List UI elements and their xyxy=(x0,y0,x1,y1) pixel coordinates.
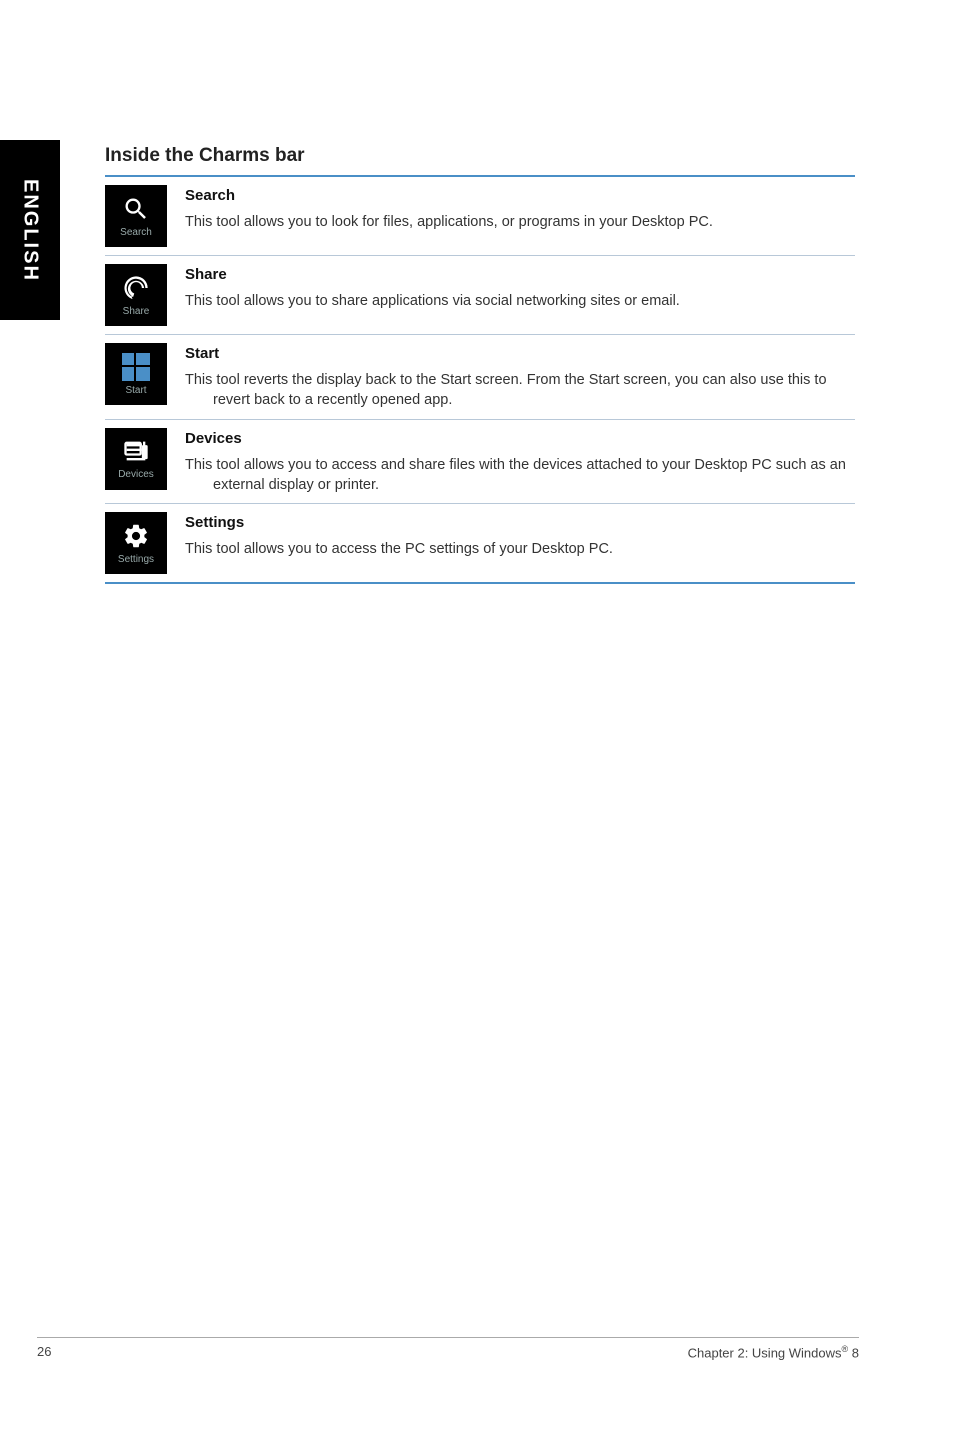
share-icon xyxy=(122,274,150,302)
charm-icon-label: Start xyxy=(125,385,146,396)
language-sidebar: ENGLISH xyxy=(0,140,60,320)
charm-row-devices: Devices Devices This tool allows you to … xyxy=(105,420,855,504)
charm-title: Search xyxy=(185,187,855,204)
charm-title: Share xyxy=(185,266,855,283)
charm-icon-search: Search xyxy=(105,185,167,247)
charm-text-block: Start This tool reverts the display back… xyxy=(185,343,855,411)
language-label: ENGLISH xyxy=(19,179,42,282)
charm-desc: This tool allows you to share applicatio… xyxy=(213,291,855,311)
charm-icon-devices: Devices xyxy=(105,428,167,490)
page-footer: 26 Chapter 2: Using Windows® 8 xyxy=(37,1337,859,1360)
charm-desc: This tool allows you to look for files, … xyxy=(213,212,855,232)
charm-icon-start: Start xyxy=(105,343,167,405)
charm-title: Devices xyxy=(185,430,855,447)
charm-row-search: Search Search This tool allows you to lo… xyxy=(105,177,855,255)
charm-text-block: Share This tool allows you to share appl… xyxy=(185,264,855,311)
charm-icon-share: Share xyxy=(105,264,167,326)
search-icon xyxy=(122,195,150,223)
section-heading: Inside the Charms bar xyxy=(105,145,855,167)
charm-title: Start xyxy=(185,345,855,362)
charm-row-start: Start Start This tool reverts the displa… xyxy=(105,335,855,419)
charm-desc: This tool reverts the display back to th… xyxy=(213,370,855,411)
charm-desc: This tool allows you to access and share… xyxy=(213,455,855,496)
devices-icon xyxy=(122,437,150,465)
charm-icon-settings: Settings xyxy=(105,512,167,574)
main-content: Inside the Charms bar Search Search This… xyxy=(105,145,855,584)
start-icon xyxy=(122,353,150,381)
settings-icon xyxy=(122,522,150,550)
charm-icon-label: Settings xyxy=(118,554,154,565)
charm-desc: This tool allows you to access the PC se… xyxy=(213,539,855,559)
charm-text-block: Settings This tool allows you to access … xyxy=(185,512,855,559)
charm-title: Settings xyxy=(185,514,855,531)
charm-row-settings: Settings Settings This tool allows you t… xyxy=(105,504,855,582)
page-number: 26 xyxy=(37,1344,51,1360)
charm-row-share: Share Share This tool allows you to shar… xyxy=(105,256,855,334)
charm-text-block: Search This tool allows you to look for … xyxy=(185,185,855,232)
charm-icon-label: Search xyxy=(120,227,152,238)
chapter-label: Chapter 2: Using Windows® 8 xyxy=(688,1344,859,1360)
charm-icon-label: Devices xyxy=(118,469,154,480)
charm-icon-label: Share xyxy=(123,306,150,317)
charm-text-block: Devices This tool allows you to access a… xyxy=(185,428,855,496)
divider-bottom xyxy=(105,582,855,584)
